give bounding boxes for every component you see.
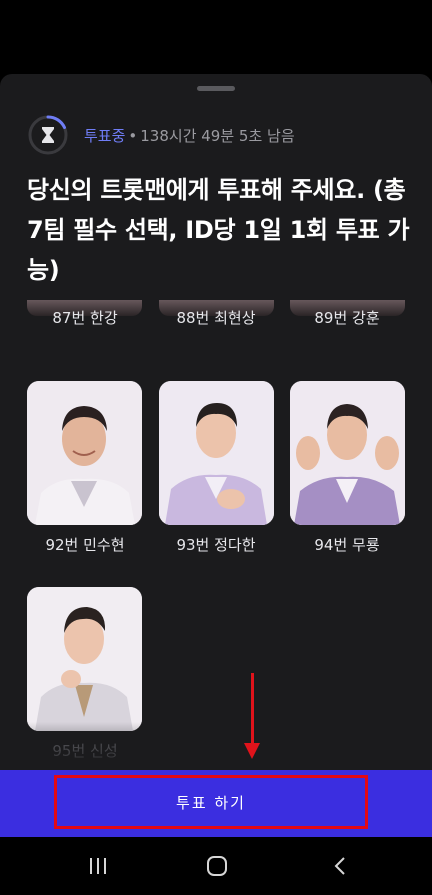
candidate-name: 93번 정다한 [176,536,256,554]
candidate-photo-94[interactable] [290,381,405,525]
candidate-name: 92번 민수현 [45,536,125,554]
page-title: 당신의 트롯맨에게 투표해 주세요. (총 7팀 필수 선택, ID당 1일 1… [27,176,410,284]
hourglass-icon [27,114,69,156]
candidate-name: 88번 최현상 [176,309,256,327]
vote-status-label: 투표중 [84,127,126,145]
system-nav-bar [0,837,432,895]
status-bar [0,0,432,74]
candidate-grid: 87번 한강 88번 최현상 89번 강훈 92번 민수현 93번 정다한 94… [0,300,432,770]
candidate-name: 95번 신성 [52,742,118,760]
candidate-photo-92[interactable] [27,381,142,525]
recent-apps-icon[interactable] [78,851,118,881]
sheet-drag-handle[interactable] [197,86,235,91]
vote-button[interactable]: 투표 하기 [54,775,368,829]
candidate-name: 87번 한강 [52,309,118,327]
candidate-photo-95[interactable] [27,587,142,731]
status-separator: • [128,127,138,145]
candidate-name: 89번 강훈 [314,309,380,327]
back-icon[interactable] [320,851,360,881]
candidate-name: 94번 무룡 [314,536,380,554]
vote-screen: 투표중 • 138시간 49분 5초 남음 당신의 트롯맨에게 투표해 주세요. (… [0,0,432,895]
time-remaining: 138시간 49분 5초 남음 [140,127,295,145]
home-icon[interactable] [197,851,237,881]
annotation-arrow-head [244,743,260,759]
annotation-arrow-shaft [251,673,254,745]
vote-status-line: 투표중 • 138시간 49분 5초 남음 [84,126,295,146]
vote-bottom-sheet: 투표중 • 138시간 49분 5초 남음 당신의 트롯맨에게 투표해 주세요. (… [0,74,432,770]
candidate-photo-93[interactable] [159,381,274,525]
